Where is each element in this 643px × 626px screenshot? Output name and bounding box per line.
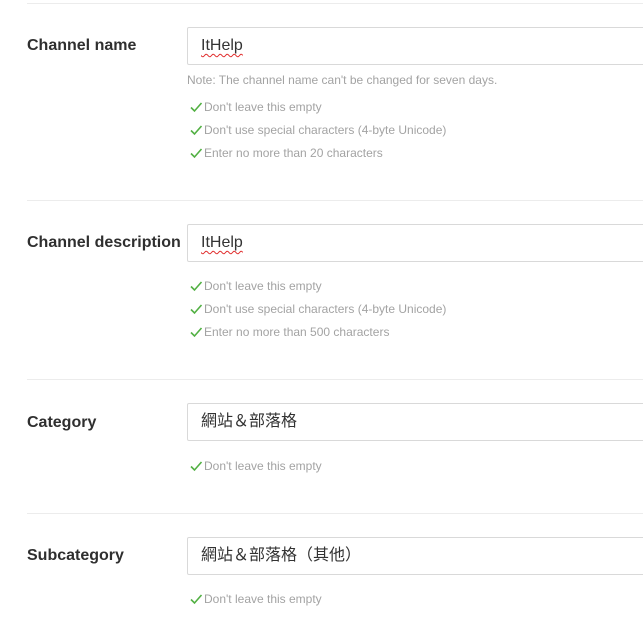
validation-rule: Don't leave this empty [189,459,322,473]
divider [27,200,643,201]
validation-rule-text: Enter no more than 20 characters [204,146,383,160]
category-label: Category [27,414,97,431]
divider [27,379,643,380]
channel-description-label: Channel description [27,234,181,251]
check-icon [189,460,203,472]
validation-rule: Enter no more than 20 characters [189,146,383,160]
check-icon [189,303,203,315]
validation-rule-text: Don't leave this empty [204,592,322,606]
validation-rule: Don't use special characters (4-byte Uni… [189,302,446,316]
validation-rule-text: Don't use special characters (4-byte Uni… [204,302,447,316]
check-icon [189,124,203,136]
subcategory-value: 網站＆部落格（其他） [201,547,362,564]
channel-description-input[interactable]: ItHelp [187,224,643,262]
check-icon [189,326,203,338]
validation-rule: Don't leave this empty [189,279,322,293]
validation-rule-text: Don't leave this empty [204,459,322,473]
channel-name-note: Note: The channel name can't be changed … [187,73,498,87]
subcategory-label: Subcategory [27,547,124,564]
channel-description-value: ItHelp [201,234,243,251]
validation-rule-text: Enter no more than 500 characters [204,325,390,339]
channel-settings-form: Channel name ItHelp Note: The channel na… [0,0,643,626]
channel-name-value: ItHelp [201,37,243,54]
category-value: 網站＆部落格 [201,413,298,430]
check-icon [189,280,203,292]
validation-rule: Don't leave this empty [189,592,322,606]
check-icon [189,101,203,113]
subcategory-select[interactable]: 網站＆部落格（其他） [187,537,643,575]
channel-name-input[interactable]: ItHelp [187,27,643,65]
validation-rule: Enter no more than 500 characters [189,325,389,339]
divider [27,3,643,4]
validation-rule-text: Don't leave this empty [204,100,322,114]
validation-rule-text: Don't leave this empty [204,279,322,293]
validation-rule-text: Don't use special characters (4-byte Uni… [204,123,447,137]
category-select[interactable]: 網站＆部落格 [187,403,643,441]
check-icon [189,593,203,605]
validation-rule: Don't use special characters (4-byte Uni… [189,123,446,137]
divider [27,513,643,514]
channel-name-label: Channel name [27,37,137,54]
check-icon [189,147,203,159]
validation-rule: Don't leave this empty [189,100,322,114]
